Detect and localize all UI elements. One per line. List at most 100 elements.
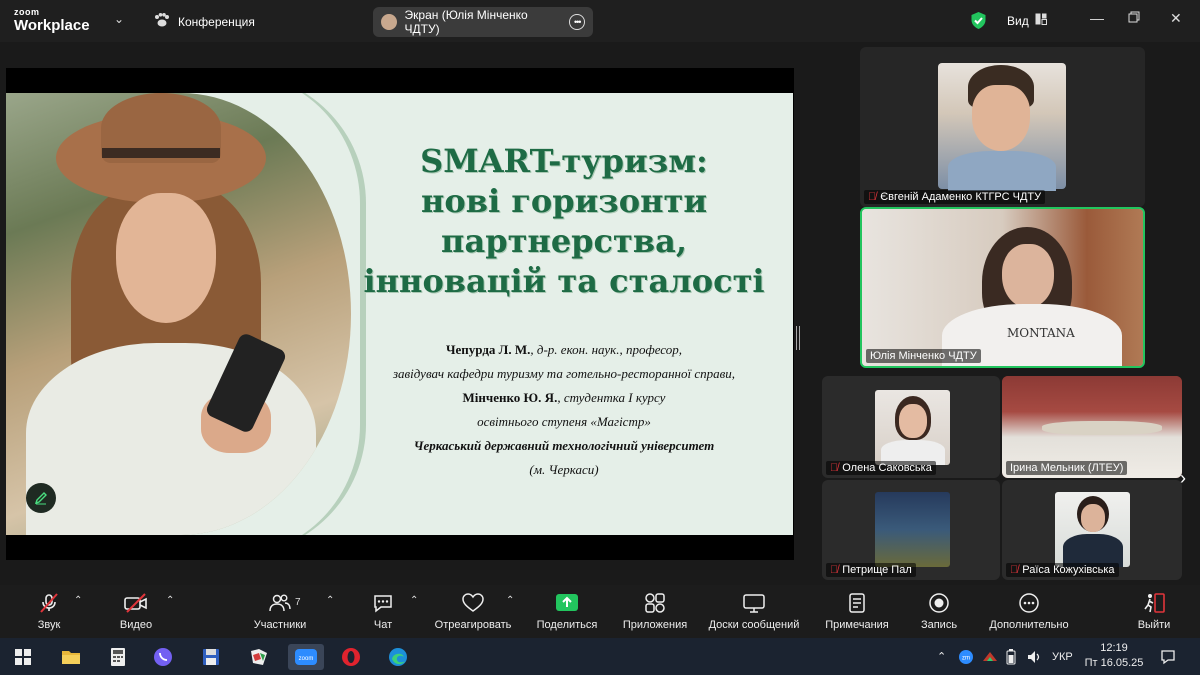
active-speaker-tile[interactable]: MONTANA Юлія Мінченко ЧДТУ xyxy=(860,207,1145,368)
video-button[interactable]: Видео xyxy=(116,585,156,638)
video-tile[interactable]: 🎙̸ Олена Саковська xyxy=(822,376,1000,478)
participants-count: 7 xyxy=(295,597,301,608)
chevron-up-icon[interactable]: ⌃ xyxy=(410,595,418,606)
antivirus-tray-icon[interactable] xyxy=(982,638,998,675)
chevron-up-icon[interactable]: ⌃ xyxy=(74,595,82,606)
notifications-icon[interactable] xyxy=(1160,638,1176,675)
more-icon xyxy=(1018,592,1040,614)
more-label: Дополнительно xyxy=(989,619,1069,631)
windows-taskbar: zoom ⌃ zm УКР 12:19 Пт 16.05.25 xyxy=(0,638,1200,675)
more-options-icon[interactable]: ••• xyxy=(569,14,585,30)
whiteboards-button[interactable]: Доски сообщений xyxy=(704,585,804,638)
more-button[interactable]: Дополнительно xyxy=(984,585,1074,638)
shield-check-icon[interactable] xyxy=(970,11,987,35)
participant-name: Петрище Пал xyxy=(842,564,912,576)
author-1-name: Чепурда Л. М. xyxy=(445,342,531,357)
meeting-toolbar: Звук ⌃ Видео ⌃ Участники 7 ⌃ Чат ⌃ Отреа… xyxy=(0,585,1200,638)
whiteboard-icon xyxy=(742,592,766,614)
apps-icon xyxy=(644,592,666,614)
restore-icon[interactable] xyxy=(1128,10,1140,26)
brand-bottom: Workplace xyxy=(14,17,90,34)
author-1-title: , д-р. екон. наук., професор, xyxy=(530,342,683,357)
chevron-up-icon[interactable]: ⌃ xyxy=(166,595,174,606)
react-button[interactable]: Отреагировать xyxy=(432,585,514,638)
presentation-slide: SMART-туризм: нові горизонти партнерства… xyxy=(6,93,793,535)
windows-start-icon[interactable] xyxy=(10,644,36,670)
speaker-icon[interactable] xyxy=(1026,638,1042,675)
video-tile[interactable]: 🎙̸ Раїса Кожухівська xyxy=(1002,480,1182,580)
participants-icon xyxy=(269,592,291,614)
paw-icon xyxy=(154,13,170,30)
heart-icon xyxy=(462,592,484,614)
close-icon[interactable]: ✕ xyxy=(1170,10,1182,27)
video-tile[interactable]: Ірина Мельник (ЛТЕУ) xyxy=(1002,376,1182,478)
slide-title: SMART-туризм: нові горизонти партнерства… xyxy=(354,141,774,301)
minimize-icon[interactable]: — xyxy=(1090,10,1104,26)
notes-icon xyxy=(847,592,867,614)
conference-label: Конференция xyxy=(178,14,255,29)
share-screen-button[interactable]: Поделиться xyxy=(534,585,600,638)
photo-app-icon[interactable] xyxy=(246,644,272,670)
chevron-up-icon[interactable]: ⌃ xyxy=(326,595,334,606)
react-label: Отреагировать xyxy=(434,619,512,631)
chevron-right-icon[interactable]: › xyxy=(1180,468,1186,489)
viber-icon[interactable] xyxy=(150,644,176,670)
chat-button[interactable]: Чат xyxy=(370,585,396,638)
calculator-icon[interactable] xyxy=(105,644,131,670)
view-menu[interactable]: Вид xyxy=(1007,13,1047,28)
grid-icon xyxy=(1035,13,1047,28)
apps-label: Приложения xyxy=(622,619,688,631)
zoom-taskbar-icon[interactable]: zoom xyxy=(288,644,324,670)
zoom-logo: zoom Workplace xyxy=(14,7,90,34)
floppy-icon[interactable] xyxy=(198,644,224,670)
annotate-pen-icon[interactable] xyxy=(26,483,56,513)
mic-off-icon: 🎙̸ xyxy=(830,564,839,576)
slide-title-line: інновацій та сталості xyxy=(363,262,765,300)
participant-name: Юлія Мінченко ЧДТУ xyxy=(870,350,977,362)
university-name: Черкаський державний технологічний уніве… xyxy=(413,438,715,453)
zoom-tray-icon[interactable]: zm xyxy=(958,638,974,675)
slide-authors: Чепурда Л. М., д-р. екон. наук., професо… xyxy=(354,338,774,482)
video-tile[interactable]: 🎙̸ Петрище Пал xyxy=(822,480,1000,580)
shirt-text: MONTANA xyxy=(1007,326,1075,340)
mic-off-icon: 🎙̸ xyxy=(830,462,839,474)
chevron-down-icon[interactable]: ⌄ xyxy=(114,12,124,26)
video-label: Видео xyxy=(119,619,153,631)
clock[interactable]: 12:19 Пт 16.05.25 xyxy=(1084,641,1144,671)
participant-name: Раїса Кожухівська xyxy=(1022,564,1115,576)
apps-button[interactable]: Приложения xyxy=(620,585,690,638)
participants-button[interactable]: Участники xyxy=(249,585,311,638)
participant-name: Ірина Мельник (ЛТЕУ) xyxy=(1010,462,1124,474)
record-button[interactable]: Запись xyxy=(917,585,961,638)
chat-icon xyxy=(372,592,394,614)
avatar xyxy=(381,14,397,30)
edge-icon[interactable] xyxy=(385,644,411,670)
mic-muted-icon xyxy=(38,592,60,614)
file-explorer-icon[interactable] xyxy=(58,644,84,670)
language-indicator[interactable]: УКР xyxy=(1052,638,1073,675)
tray-expand-icon[interactable]: ⌃ xyxy=(937,638,946,675)
splitter-handle[interactable] xyxy=(796,326,800,350)
leave-label: Выйти xyxy=(1137,619,1171,631)
share-screen-label: Поделиться xyxy=(536,619,598,631)
leave-button[interactable]: Выйти xyxy=(1134,585,1174,638)
mic-off-icon: 🎙̸ xyxy=(868,191,877,203)
camera-off-icon xyxy=(124,592,148,614)
conference-menu[interactable]: Конференция xyxy=(154,13,255,30)
video-tile[interactable]: 🎙̸ Євгеній Адаменко КТГРС ЧДТУ xyxy=(860,47,1145,207)
author-2-degree: освітнього ступеня «Магістр» xyxy=(477,414,651,429)
svg-text:zoom: zoom xyxy=(299,656,314,662)
notes-button[interactable]: Примечания xyxy=(820,585,894,638)
opera-icon[interactable] xyxy=(338,644,364,670)
title-bar: zoom Workplace ⌄ Конференция Экран (Юлія… xyxy=(0,0,1200,42)
share-screen-icon xyxy=(555,592,579,614)
chevron-up-icon[interactable]: ⌃ xyxy=(506,595,514,606)
share-label: Экран (Юлія Мінченко ЧДТУ) xyxy=(404,8,528,36)
view-label: Вид xyxy=(1007,13,1029,28)
screen-share-pill[interactable]: Экран (Юлія Мінченко ЧДТУ) ••• xyxy=(373,7,593,37)
audio-label: Звук xyxy=(37,619,61,631)
brand-top: zoom xyxy=(14,7,40,17)
audio-button[interactable]: Звук xyxy=(30,585,68,638)
chat-label: Чат xyxy=(373,619,393,631)
battery-icon[interactable] xyxy=(1006,638,1016,675)
